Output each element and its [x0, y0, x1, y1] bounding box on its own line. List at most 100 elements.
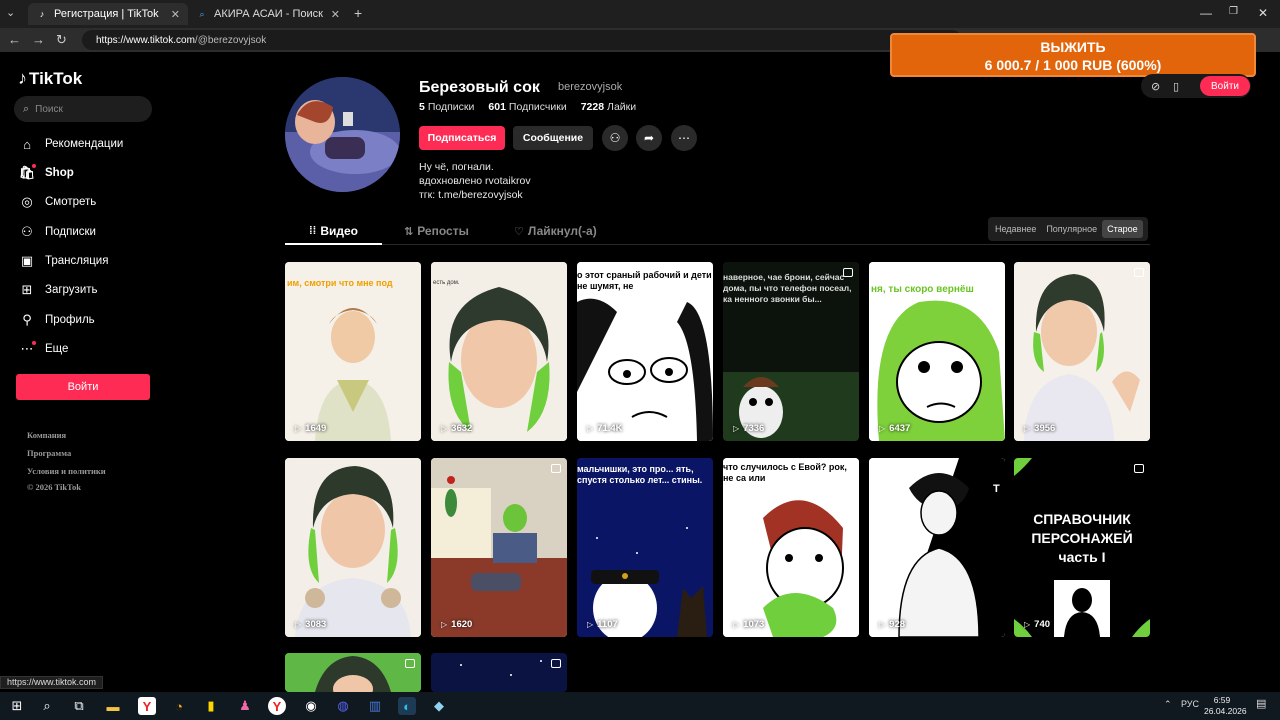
video-card[interactable]: ня, ты скоро вернёш ▷ 6437 — [869, 262, 1005, 441]
sidebar-item-shop[interactable]: 🛍 Shop — [18, 163, 74, 183]
tiktok-logo[interactable]: ♪ TikTok — [18, 68, 82, 89]
app-icon[interactable]: ♟ — [236, 697, 254, 715]
sidebar-item-live[interactable]: ▣ Трансляция — [18, 251, 109, 271]
share-button[interactable]: ➦ — [636, 125, 662, 151]
video-card[interactable]: ▷ 1620 — [431, 458, 567, 637]
sidebar-item-explore[interactable]: ◎ Смотреть — [18, 192, 96, 212]
more-options-button[interactable]: ⋯ — [671, 125, 697, 151]
new-tab-icon[interactable]: + — [354, 5, 362, 21]
tab-liked[interactable]: ♡ Лайкнул(-а) — [514, 224, 597, 238]
notifications-icon[interactable]: ▤ — [1256, 697, 1266, 710]
video-card[interactable]: о этот сраный рабочий и дети не шумят, н… — [577, 262, 713, 441]
sidebar-item-label: Загрузить — [45, 284, 98, 296]
tab-videos[interactable]: ⁞⁞ Видео — [309, 224, 358, 238]
taskbar-clock[interactable]: 6:59 26.04.2026 — [1204, 695, 1247, 717]
close-tab-icon[interactable]: ✕ — [171, 8, 180, 21]
sidebar-login-button[interactable]: Войти — [16, 374, 150, 400]
yandex-icon[interactable]: Y — [268, 697, 286, 715]
follow-button[interactable]: Подписаться — [419, 126, 505, 150]
video-card[interactable]: есть дом. ▷ 3632 — [431, 262, 567, 441]
yandex-browser-icon[interactable]: Y — [138, 697, 156, 715]
tray-chevron-icon[interactable]: ⌃ — [1164, 699, 1172, 710]
sort-option-popular[interactable]: Популярное — [1041, 220, 1102, 238]
language-indicator[interactable]: РУС — [1181, 699, 1199, 709]
view-count-value: 3083 — [305, 619, 327, 630]
view-count: ▷ 3083 — [295, 619, 326, 630]
sidebar-item-more[interactable]: ⋯ Еще — [18, 339, 69, 359]
tiktok-logo-icon: ♪ — [18, 68, 27, 88]
url-field[interactable]: https://www.tiktok.com/@berezovyjsok — [82, 30, 962, 50]
sidebar-item-label: Трансляция — [45, 255, 109, 267]
video-card[interactable] — [431, 653, 567, 692]
phone-icon[interactable]: ▯ — [1173, 80, 1179, 93]
header-login-button[interactable]: Войти — [1200, 76, 1250, 96]
windows-start-icon[interactable]: ⊞ — [8, 697, 26, 715]
video-card[interactable]: ▷ 3956 — [1014, 262, 1150, 441]
sidebar-item-profile[interactable]: ⚲ Профиль — [18, 310, 94, 330]
search-icon[interactable]: ⌕ — [38, 697, 56, 715]
browser-tab-bar: ⌄ ♪ Регистрация | TikTok ✕ ⌕ АКИРА АСАИ … — [0, 0, 1280, 28]
tiktok-favicon-icon: ♪ — [39, 9, 45, 19]
video-card[interactable]: СПРАВОЧНИК ПЕРСОНАЖЕЙ часть I ▷ 740 — [1014, 458, 1150, 637]
footer-link-terms[interactable]: Условия и политики — [27, 466, 106, 476]
maximize-icon[interactable]: ❐ — [1229, 6, 1238, 17]
followers-label: Подписчики — [508, 101, 567, 113]
active-tab-underline — [285, 243, 382, 245]
app-icon[interactable]: ◔ — [170, 697, 188, 715]
sidebar-item-upload[interactable]: ⊞ Загрузить — [18, 280, 98, 300]
profile-name: Березовый сок — [419, 79, 540, 96]
browser-tab-tiktok[interactable]: ♪ Регистрация | TikTok ✕ — [28, 3, 188, 25]
close-tab-icon[interactable]: ✕ — [331, 8, 340, 21]
video-card[interactable]: им, смотри что мне под ▷ 1649 — [285, 262, 421, 441]
donation-goal-progress: 6 000.7 / 1 000 RUB (600%) — [984, 57, 1162, 73]
refresh-icon[interactable]: ↻ — [56, 32, 67, 48]
sort-option-recent[interactable]: Недавнее — [990, 220, 1041, 238]
video-card[interactable]: что случилось с Евой? рок, не са или ▷ 10… — [723, 458, 859, 637]
followers-stat[interactable]: 601 Подписчики — [488, 101, 566, 113]
edge-icon[interactable]: ◐ — [398, 697, 416, 715]
add-friend-button[interactable]: ⚇ — [602, 125, 628, 151]
play-icon: ▷ — [1024, 620, 1031, 629]
video-card[interactable]: наверное, чае брони, сейчас дома, пы что… — [723, 262, 859, 441]
obs-icon[interactable]: ◉ — [302, 697, 320, 715]
following-stat[interactable]: 5 Подписки — [419, 101, 474, 113]
search-input[interactable]: ⌕ Поиск — [14, 96, 152, 122]
view-count-value: 1107 — [597, 619, 618, 630]
footer-link-company[interactable]: Компания — [27, 430, 66, 440]
view-count: ▷ 1107 — [587, 619, 618, 630]
view-count-value: 6437 — [889, 423, 911, 434]
close-window-icon[interactable]: ✕ — [1258, 6, 1268, 20]
tab-label: Репосты — [417, 224, 469, 238]
sidebar-item-label: Shop — [45, 167, 74, 179]
bing-favicon-icon: ⌕ — [199, 8, 205, 19]
video-card[interactable]: T ▷ 928 — [869, 458, 1005, 637]
multi-image-icon — [405, 659, 415, 668]
repost-icon: ⇅ — [404, 225, 414, 238]
sidebar-item-following[interactable]: ⚇ Подписки — [18, 222, 96, 242]
video-caption: им, смотри что мне под — [287, 278, 393, 288]
file-explorer-icon[interactable]: ▬ — [104, 697, 122, 715]
browser-tab-search[interactable]: ⌕ АКИРА АСАИ - Поиск ✕ — [188, 3, 348, 25]
app-icon[interactable]: ◆ — [430, 697, 448, 715]
minimize-icon[interactable]: — — [1200, 6, 1212, 20]
view-count-value: 3956 — [1034, 423, 1056, 434]
video-card[interactable]: мальчишки, это про... ять, спустя стольк… — [577, 458, 713, 637]
task-view-icon[interactable]: ⧉ — [70, 697, 88, 715]
app-icon[interactable]: ▮ — [202, 697, 220, 715]
video-card[interactable] — [285, 653, 421, 692]
back-icon[interactable]: ← — [8, 32, 21, 47]
video-card[interactable]: ▷ 3083 — [285, 458, 421, 637]
compass-small-icon[interactable]: ⊘ — [1151, 80, 1160, 93]
discord-icon[interactable]: ◍ — [334, 697, 352, 715]
tab-reposts[interactable]: ⇅ Репосты — [404, 224, 469, 238]
grid-icon: ⁞⁞ — [309, 225, 317, 237]
forward-icon[interactable]: → — [32, 32, 45, 47]
play-icon: ▷ — [587, 620, 594, 629]
footer-link-program[interactable]: Программа — [27, 448, 71, 458]
sort-option-oldest[interactable]: Старое — [1102, 220, 1143, 238]
sidebar-item-recommendations[interactable]: ⌂ Рекомендации — [18, 134, 123, 154]
tab-list-icon[interactable]: ⌄ — [6, 6, 15, 19]
view-count-value: 1620 — [451, 619, 473, 630]
chart-app-icon[interactable]: ▥ — [366, 697, 384, 715]
message-button[interactable]: Сообщение — [513, 126, 593, 150]
